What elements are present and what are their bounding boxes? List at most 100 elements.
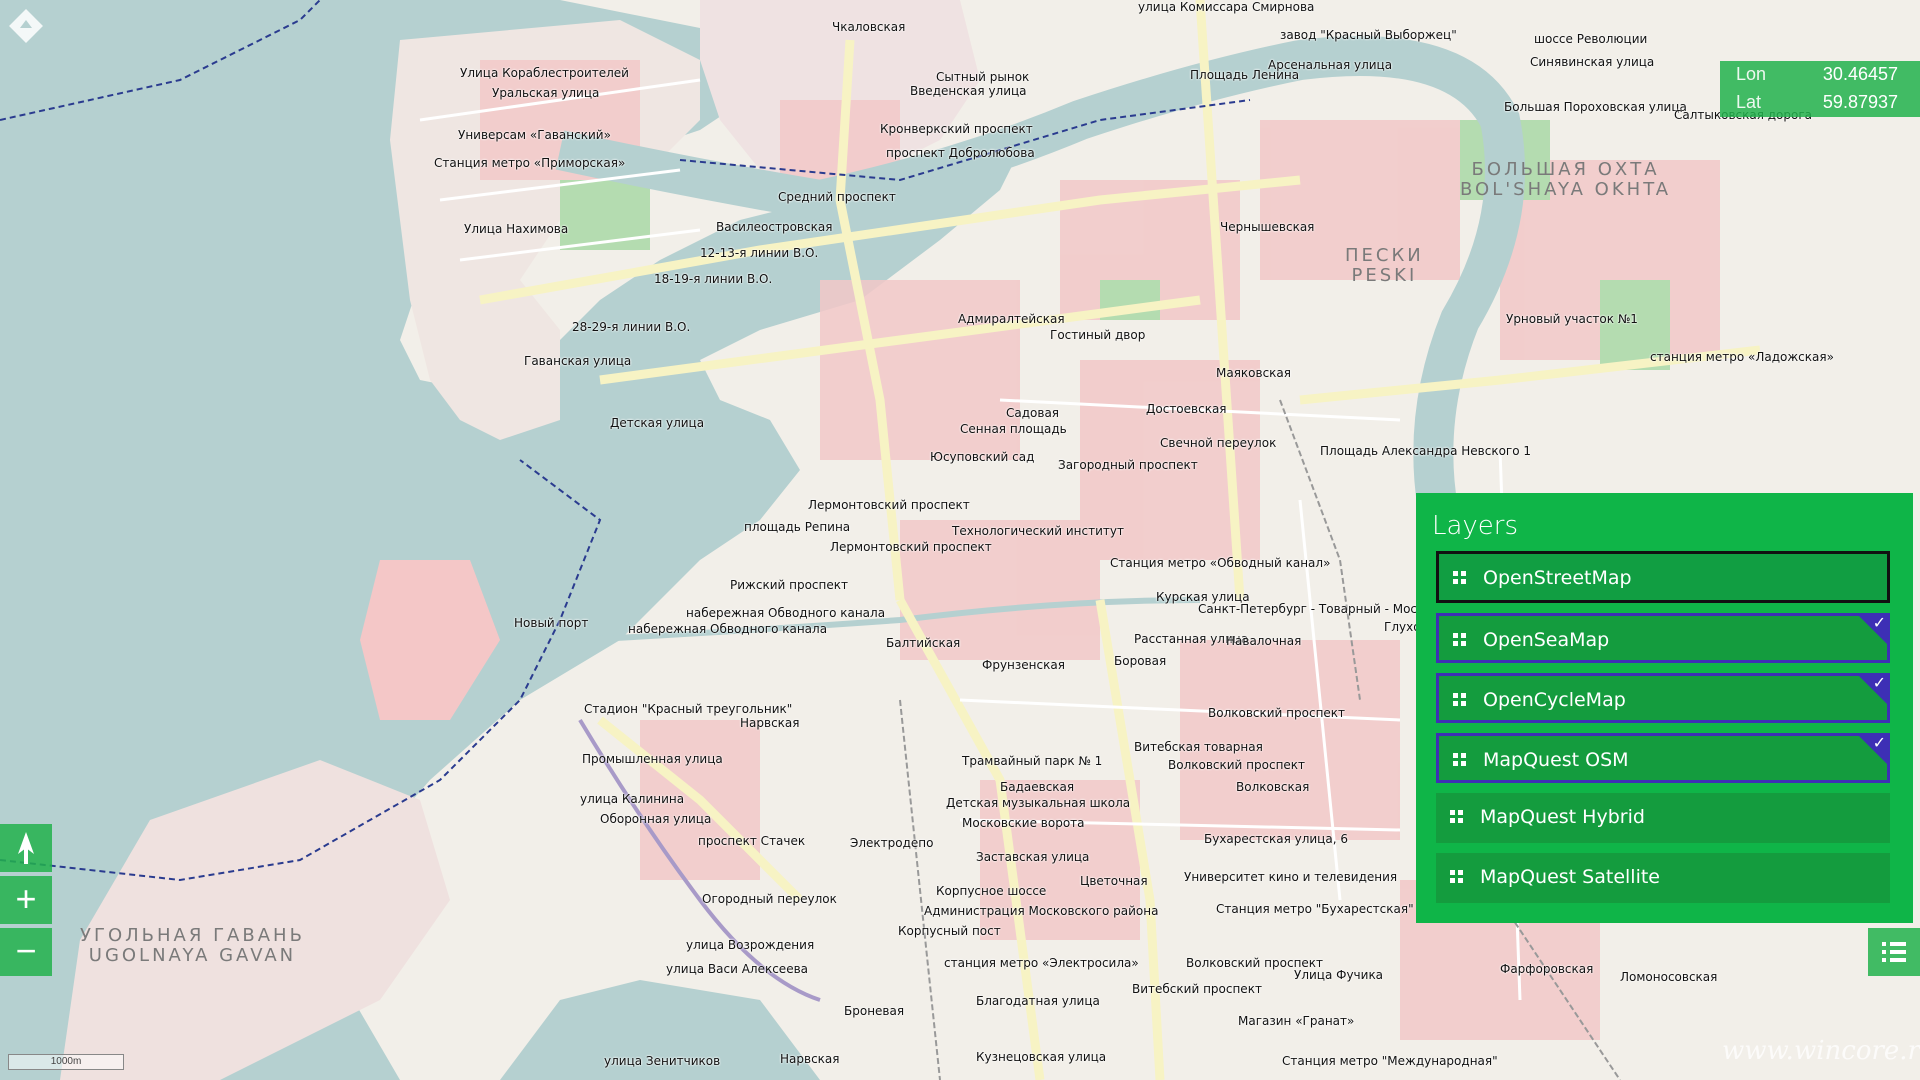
map-label: Садовая	[1006, 406, 1060, 420]
layers-panel: Layers OpenStreetMap OpenSeaMap ✓ OpenCy…	[1416, 493, 1913, 923]
map-label: Фарфоровская	[1500, 962, 1594, 976]
map-label: Улица Фучика	[1294, 968, 1384, 982]
map-label: Площадь Александра Невского 1	[1320, 444, 1532, 458]
map-label: Балтийская	[886, 636, 961, 650]
map-label: Витебский проспект	[1132, 982, 1262, 996]
map-label: Детская улица	[610, 416, 705, 430]
district-name: УГОЛЬНАЯ ГАВАНЬ	[80, 925, 305, 946]
map-label: Боровая	[1114, 654, 1167, 668]
map-label: Фрунзенская	[982, 658, 1065, 672]
zoom-out-button[interactable]: −	[0, 928, 52, 976]
map-label: Уральская улица	[492, 86, 600, 100]
map-label: Бадаевская	[1000, 780, 1075, 794]
map-label: 12-13-я линии В.О.	[700, 246, 819, 260]
map-label: Магазин «Гранат»	[1238, 1014, 1355, 1028]
map-label: Урновый участок №1	[1506, 312, 1638, 326]
map-label: Нарвская	[740, 716, 800, 730]
map-label: Кузнецовская улица	[976, 1050, 1107, 1064]
map-label: проспект Стачек	[698, 834, 806, 848]
tile-grid-icon	[1453, 571, 1467, 585]
map-label: набережная Обводного канала	[686, 606, 886, 620]
map-label: Загородный проспект	[1058, 458, 1198, 472]
north-arrow-icon	[18, 832, 34, 864]
layer-item-opencyclemap[interactable]: OpenCycleMap ✓	[1436, 673, 1890, 723]
tile-grid-icon	[1453, 633, 1467, 647]
map-label: Достоевская	[1146, 402, 1227, 416]
map-label: Станция метро «Обводный канал»	[1110, 556, 1331, 570]
layer-item-openstreetmap[interactable]: OpenStreetMap	[1436, 551, 1890, 603]
zoom-in-button[interactable]: +	[0, 876, 52, 924]
map-label: станция метро «Ладожская»	[1650, 350, 1834, 364]
map-label: Станция метро "Бухарестская"	[1216, 902, 1414, 916]
map-label: Гаванская улица	[524, 354, 632, 368]
map-label: Корпусный пост	[898, 924, 1001, 938]
minus-icon: −	[15, 930, 37, 971]
layers-toggle-button[interactable]	[1868, 928, 1920, 976]
map-label: Чкаловская	[832, 20, 906, 34]
district-label: УГОЛЬНАЯ ГАВАНЬ UGOLNAYA GAVAN	[80, 926, 305, 966]
map-label: шоссе Революции	[1534, 32, 1648, 46]
map-label: Нарвская	[780, 1052, 840, 1066]
latitude-label: Lat	[1736, 92, 1762, 112]
layer-label: MapQuest OSM	[1483, 749, 1629, 771]
tile-grid-icon	[1450, 810, 1464, 824]
map-label: Средний проспект	[778, 190, 896, 204]
map-label: Введенская улица	[910, 84, 1027, 98]
map-label: Администрация Московского района	[924, 904, 1159, 918]
map-label: Адмиралтейская	[958, 312, 1065, 326]
map-label: улица Комиссара Смирнова	[1138, 0, 1315, 14]
map-label: Чернышевская	[1220, 220, 1315, 234]
longitude-value: 30.46457	[1822, 64, 1898, 84]
map-label: 18-19-я линии В.О.	[654, 272, 773, 286]
map-label: площадь Репина	[744, 520, 851, 534]
district-name: БОЛЬШАЯ ОХТА	[1471, 159, 1660, 180]
map-label: станция метро «Электросила»	[944, 956, 1139, 970]
north-arrow-button[interactable]	[0, 824, 52, 872]
longitude-row: Lon 30.46457	[1720, 61, 1920, 89]
layer-item-openseamap[interactable]: OpenSeaMap ✓	[1436, 613, 1890, 663]
map-label: улица Возрождения	[686, 938, 815, 952]
map-label: набережная Обводного канала	[628, 622, 828, 636]
map-label: Кронверкский проспект	[880, 122, 1033, 136]
map-label: улица Калинина	[580, 792, 685, 806]
checkmark-icon: ✓	[1856, 733, 1890, 767]
map-label: Лермонтовский проспект	[808, 498, 970, 512]
checkmark-icon: ✓	[1856, 673, 1890, 707]
map-label: Промышленная улица	[582, 752, 723, 766]
map-label: Большая Пороховская улица	[1504, 100, 1687, 114]
map-label: Свечной переулок	[1160, 436, 1277, 450]
district-name-latin: PESKI	[1351, 265, 1418, 286]
watermark: www.wincore.ru	[1722, 1036, 1920, 1066]
map-label: улица Васи Алексеева	[666, 962, 809, 976]
map-label: проспект Добролюбова	[886, 146, 1035, 160]
map-label: Детская музыкальная школа	[946, 796, 1131, 810]
layer-item-mapquest-osm[interactable]: MapQuest OSM ✓	[1436, 733, 1890, 783]
map-label: 28-29-я линии В.О.	[572, 320, 691, 334]
plus-icon: +	[15, 878, 37, 919]
map-label: Рижский проспект	[730, 578, 848, 592]
map-label: Корпусное шоссе	[936, 884, 1047, 898]
layer-item-mapquest-hybrid[interactable]: MapQuest Hybrid	[1436, 793, 1890, 843]
district-name-latin: UGOLNAYA GAVAN	[88, 945, 297, 966]
map-label: Университет кино и телевидения	[1184, 870, 1398, 884]
map-label: Цветочная	[1080, 874, 1148, 888]
map-label: Маяковская	[1216, 366, 1292, 380]
app-logo[interactable]	[6, 6, 46, 46]
layer-label: MapQuest Hybrid	[1480, 806, 1645, 828]
map-label: Ломоносовская	[1620, 970, 1718, 984]
checkmark-icon: ✓	[1856, 613, 1890, 647]
map-label: Трамвайный парк № 1	[962, 754, 1103, 768]
tile-grid-icon	[1453, 693, 1467, 707]
map-label: завод "Красный Выборжец"	[1280, 28, 1457, 42]
map-label: Станция метро "Международная"	[1282, 1054, 1498, 1068]
district-label: ПЕСКИ PESKI	[1345, 246, 1424, 286]
map-label: Волковский проспект	[1208, 706, 1346, 720]
layer-label: OpenStreetMap	[1483, 567, 1632, 589]
coordinates-display: Lon 30.46457 Lat 59.87937	[1720, 61, 1920, 117]
tile-grid-icon	[1450, 870, 1464, 884]
map-label: Стадион "Красный треугольник"	[584, 702, 793, 716]
map-label: Сытный рынок	[936, 70, 1030, 84]
district-label: БОЛЬШАЯ ОХТА BOL'SHAYA OKHTA	[1460, 160, 1671, 200]
layer-item-mapquest-satellite[interactable]: MapQuest Satellite	[1436, 853, 1890, 903]
district-name-latin: BOL'SHAYA OKHTA	[1460, 179, 1672, 200]
